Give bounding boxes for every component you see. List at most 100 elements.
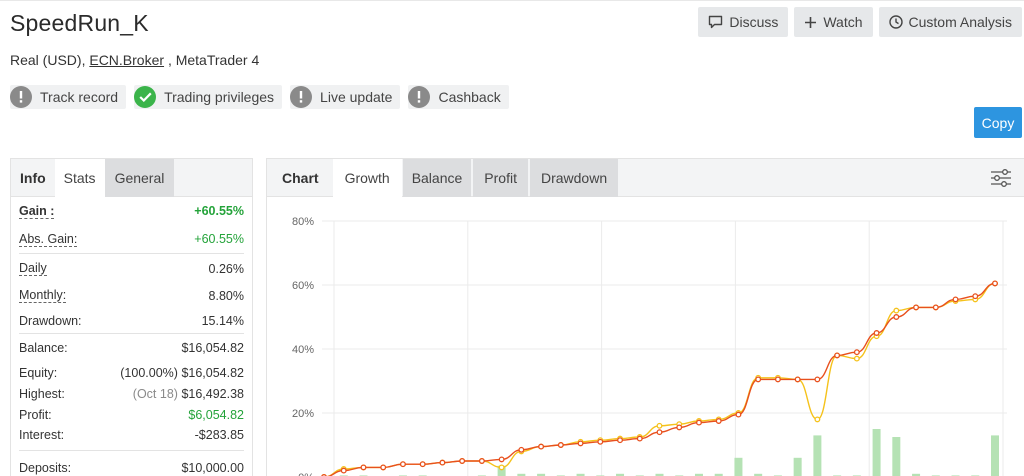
check-icon bbox=[134, 86, 157, 108]
badge-cashback[interactable]: Cashback bbox=[408, 85, 509, 109]
volume-bar bbox=[892, 437, 901, 476]
y-tick-label: 80% bbox=[292, 216, 314, 228]
series-point bbox=[399, 461, 406, 468]
series-point bbox=[518, 446, 525, 453]
stat-label: Deposits: bbox=[19, 461, 72, 475]
clock-icon bbox=[888, 15, 903, 29]
series-point bbox=[557, 442, 564, 448]
stat-label[interactable]: Daily bbox=[19, 261, 47, 276]
badge-live-update[interactable]: Live update bbox=[290, 85, 401, 109]
stat-value: $10,000.00 bbox=[181, 461, 244, 475]
series-point bbox=[676, 424, 683, 431]
stat-value: +60.55% bbox=[194, 204, 244, 218]
equity-amount: $16,054.82 bbox=[181, 365, 244, 380]
series-point bbox=[715, 418, 722, 424]
broker-link[interactable]: ECN.Broker bbox=[89, 52, 164, 68]
stat-label[interactable]: Monthly: bbox=[19, 288, 67, 303]
custom-analysis-button[interactable]: Custom Analysis bbox=[878, 7, 1022, 37]
stat-deposits: Deposits: $10,000.00 bbox=[19, 451, 244, 475]
series-point bbox=[538, 443, 545, 450]
top-actions: Discuss Watch Custom Analysis bbox=[698, 7, 1022, 37]
stat-value: 8.80% bbox=[208, 288, 244, 303]
stat-balance: Balance: $16,054.82 bbox=[19, 334, 244, 362]
exclamation-icon bbox=[408, 86, 431, 108]
tab-stats[interactable]: Stats bbox=[54, 159, 105, 197]
stat-value: +60.55% bbox=[194, 232, 244, 246]
exclamation-icon bbox=[10, 86, 32, 108]
series-point bbox=[873, 330, 880, 336]
series-point bbox=[636, 435, 643, 442]
badge-list: Track record Trading privileges Live upd… bbox=[10, 85, 509, 109]
series-point bbox=[735, 411, 742, 418]
stat-value: 15.14% bbox=[201, 313, 244, 328]
series-point bbox=[380, 464, 387, 471]
stat-highest: Highest: (Oct 18) $16,492.38 bbox=[19, 383, 244, 404]
stats-panel: Info Stats General Gain : +60.55% Abs. G… bbox=[10, 158, 253, 476]
stat-abs-gain: Abs. Gain: +60.55% bbox=[19, 225, 244, 253]
discuss-button[interactable]: Discuss bbox=[698, 7, 789, 37]
stat-value: $6,054.82 bbox=[188, 407, 244, 422]
copy-button[interactable]: Copy bbox=[974, 107, 1022, 138]
tab-info[interactable]: Info bbox=[11, 159, 55, 197]
stats-tabs: Info Stats General bbox=[11, 159, 252, 197]
stat-monthly: Monthly: 8.80% bbox=[19, 283, 244, 308]
y-tick-label: 60% bbox=[292, 280, 314, 292]
badge-trading-privileges[interactable]: Trading privileges bbox=[134, 85, 283, 109]
series-point bbox=[893, 307, 900, 314]
exclamation-icon bbox=[290, 86, 313, 108]
series-point bbox=[913, 304, 920, 311]
watch-button[interactable]: Watch bbox=[794, 7, 873, 37]
tab-general[interactable]: General bbox=[104, 159, 175, 197]
tab-drawdown[interactable]: Drawdown bbox=[529, 159, 619, 197]
top-border bbox=[0, 0, 1024, 1]
stat-label[interactable]: Gain : bbox=[19, 204, 55, 219]
custom-analysis-label: Custom Analysis bbox=[908, 14, 1012, 30]
volume-bar bbox=[813, 435, 822, 476]
watch-label: Watch bbox=[823, 14, 863, 30]
stat-value: $16,054.82 bbox=[181, 341, 244, 355]
tab-growth[interactable]: Growth bbox=[332, 159, 402, 197]
stat-label: Drawdown: bbox=[19, 313, 82, 328]
volume-bar bbox=[872, 429, 881, 476]
tab-balance[interactable]: Balance bbox=[402, 159, 472, 197]
stat-value: (100.00%) $16,054.82 bbox=[120, 366, 244, 380]
series-point bbox=[498, 464, 505, 471]
series-point bbox=[932, 304, 939, 311]
stat-value: -$283.85 bbox=[194, 428, 244, 442]
stat-label: Balance: bbox=[19, 341, 68, 355]
series-point bbox=[972, 293, 979, 300]
platform-text: , MetaTrader 4 bbox=[167, 52, 260, 68]
equity-percent: (100.00%) bbox=[120, 365, 178, 380]
series-point bbox=[617, 437, 623, 444]
stats-list: Gain : +60.55% Abs. Gain: +60.55% Daily … bbox=[11, 197, 252, 475]
volume-bar bbox=[734, 457, 743, 476]
account-type: Real (USD), bbox=[10, 52, 86, 68]
highest-amount: $16,492.38 bbox=[181, 386, 244, 401]
stat-label[interactable]: Abs. Gain: bbox=[19, 232, 78, 247]
badge-label: Trading privileges bbox=[164, 89, 275, 105]
series-point bbox=[853, 349, 860, 356]
stat-profit: Profit: $6,054.82 bbox=[19, 404, 244, 425]
chat-icon bbox=[709, 15, 723, 29]
chart-tabs: Chart Growth Balance Profit Drawdown bbox=[267, 159, 1024, 197]
page-title: SpeedRun_K bbox=[10, 10, 149, 36]
volume-bar bbox=[793, 457, 802, 476]
badge-track-record[interactable]: Track record bbox=[10, 85, 127, 109]
series-point bbox=[814, 416, 821, 423]
series-point bbox=[656, 422, 663, 429]
series-point bbox=[834, 352, 841, 359]
discuss-label: Discuss bbox=[729, 14, 779, 30]
tab-chart[interactable]: Chart bbox=[267, 159, 333, 197]
stat-interest: Interest: -$283.85 bbox=[19, 425, 244, 445]
stat-drawdown: Drawdown: 15.14% bbox=[19, 308, 244, 333]
volume-bar bbox=[991, 435, 999, 476]
chart-settings-icon[interactable] bbox=[990, 168, 1012, 193]
stat-equity: Equity: (100.00%) $16,054.82 bbox=[19, 362, 244, 383]
stat-value: 0.26% bbox=[208, 261, 244, 276]
stat-label: Equity: bbox=[19, 365, 58, 380]
growth-chart: 80% 60% 40% 20% 0% bbox=[267, 197, 1024, 476]
tab-profit[interactable]: Profit bbox=[473, 159, 528, 197]
series-point bbox=[459, 458, 466, 464]
stat-daily: Daily 0.26% bbox=[19, 254, 244, 283]
badge-label: Cashback bbox=[438, 89, 501, 105]
